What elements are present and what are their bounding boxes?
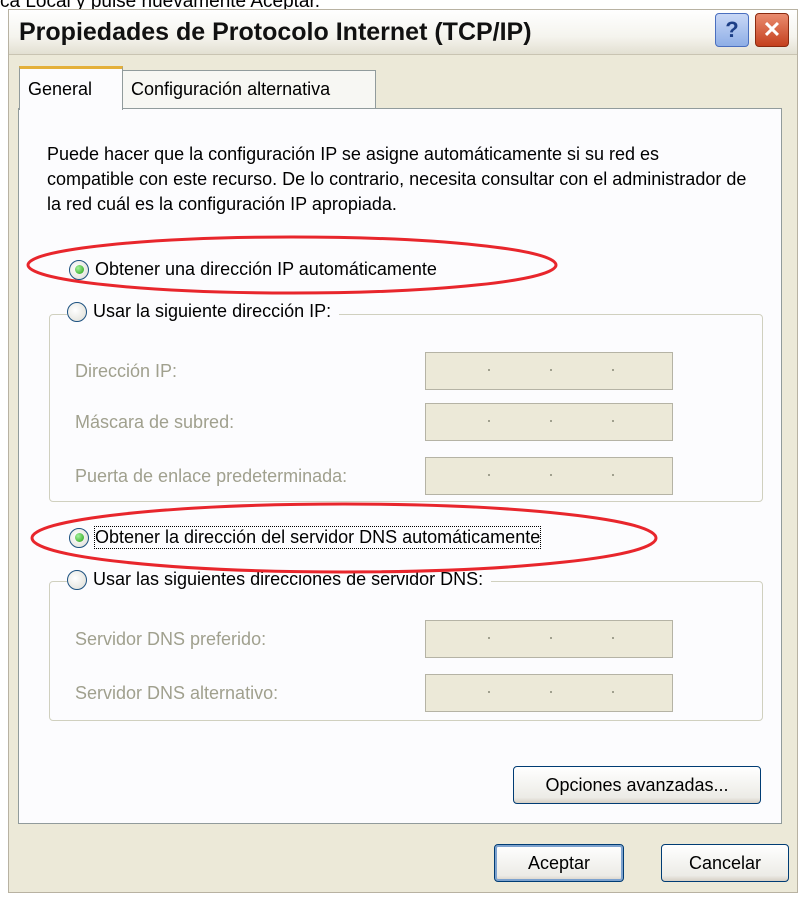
- alternate-dns-input: [425, 674, 673, 712]
- radio-selected-icon: [69, 527, 89, 548]
- background-caption: ca Local y pulse nuevamente Aceptar.: [0, 0, 798, 9]
- tab-general[interactable]: General: [19, 66, 123, 110]
- preferred-dns-input: [425, 620, 673, 658]
- general-tab-panel: Puede hacer que la configuración IP se a…: [18, 108, 782, 824]
- default-gateway-label: Puerta de enlace predeterminada:: [75, 466, 348, 486]
- dns-manual-radio[interactable]: Usar las siguientes direcciones de servi…: [67, 569, 492, 590]
- close-icon: ✕: [762, 17, 782, 42]
- default-gateway-input: [425, 457, 673, 495]
- ip-address-input: [425, 352, 673, 390]
- help-button[interactable]: ?: [715, 13, 749, 47]
- ip-manual-radio-label: Usar la siguiente dirección IP:: [93, 301, 332, 321]
- help-icon: ?: [725, 17, 739, 42]
- tab-alternate-config-label: Configuración alternativa: [131, 79, 331, 99]
- alternate-dns-label: Servidor DNS alternativo:: [75, 683, 279, 703]
- ip-auto-radio[interactable]: Obtener una dirección IP automáticamente: [69, 259, 437, 280]
- ip-auto-radio-label: Obtener una dirección IP automáticamente: [95, 259, 437, 279]
- ok-button[interactable]: Aceptar: [494, 844, 624, 882]
- advanced-options-button[interactable]: Opciones avanzadas...: [513, 766, 761, 804]
- close-button[interactable]: ✕: [755, 13, 789, 47]
- tcpip-properties-dialog: Propiedades de Protocolo Internet (TCP/I…: [8, 9, 798, 893]
- tab-alternate-config[interactable]: Configuración alternativa: [122, 70, 376, 108]
- cancel-button[interactable]: Cancelar: [661, 844, 789, 882]
- title-bar: Propiedades de Protocolo Internet (TCP/I…: [9, 10, 797, 55]
- description-text: Puede hacer que la configuración IP se a…: [47, 144, 747, 214]
- radio-unselected-icon: [67, 569, 87, 590]
- dialog-title: Propiedades de Protocolo Internet (TCP/I…: [19, 18, 532, 46]
- preferred-dns-label: Servidor DNS preferido:: [75, 629, 267, 649]
- subnet-mask-input: [425, 403, 673, 441]
- subnet-mask-label: Máscara de subred:: [75, 412, 235, 432]
- radio-unselected-icon: [67, 301, 87, 322]
- ip-manual-radio[interactable]: Usar la siguiente dirección IP:: [67, 301, 340, 322]
- radio-selected-icon: [69, 259, 89, 280]
- dns-auto-radio-label: Obtener la dirección del servidor DNS au…: [93, 526, 542, 549]
- tab-general-label: General: [28, 79, 93, 99]
- ip-address-label: Dirección IP:: [75, 361, 178, 381]
- dns-manual-radio-label: Usar las siguientes direcciones de servi…: [93, 569, 484, 589]
- dns-auto-radio[interactable]: Obtener la dirección del servidor DNS au…: [69, 526, 542, 549]
